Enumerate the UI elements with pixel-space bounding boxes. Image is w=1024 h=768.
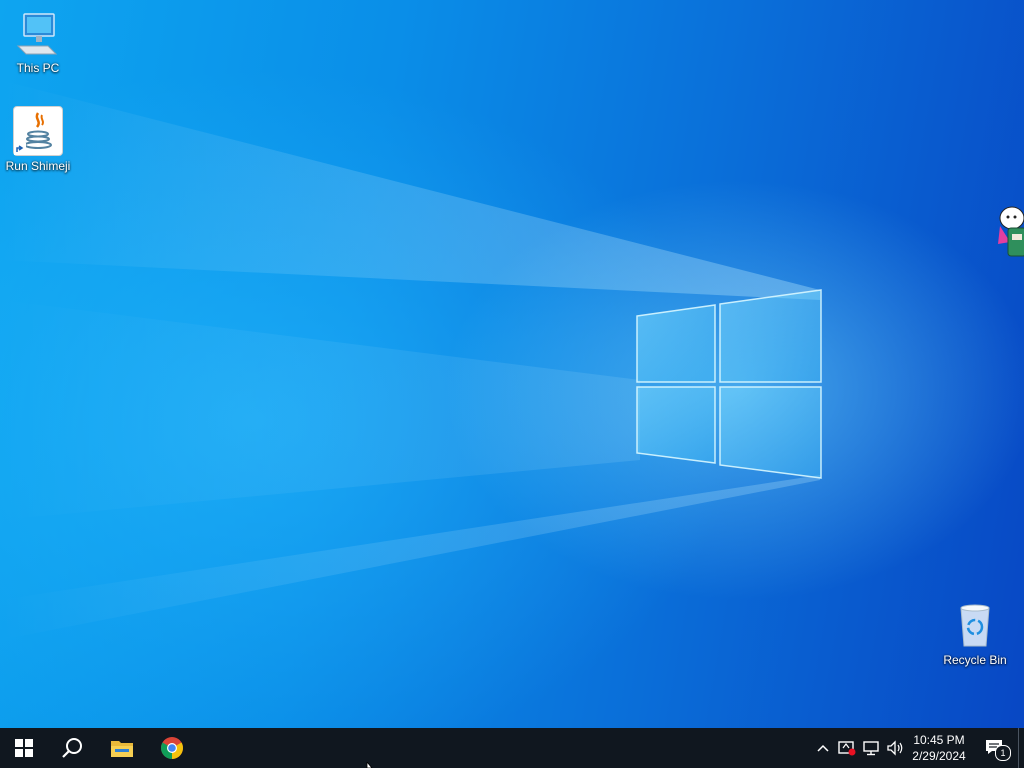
network-tray-button[interactable] — [860, 728, 882, 768]
shimeji-mascot[interactable] — [996, 204, 1024, 264]
search-button[interactable] — [48, 728, 96, 768]
mouse-cursor-icon — [366, 762, 373, 768]
wallpaper — [0, 80, 822, 640]
notification-count-badge: 1 — [995, 745, 1011, 761]
shortcut-arrow-icon — [14, 143, 26, 155]
desktop-icon-recycle-bin[interactable]: Recycle Bin — [937, 602, 1013, 667]
security-tray-button[interactable] — [836, 728, 858, 768]
recycle-bin-icon — [951, 602, 999, 650]
chrome-button[interactable] — [148, 728, 196, 768]
search-icon — [62, 738, 82, 758]
show-hidden-icons-button[interactable] — [812, 728, 834, 768]
clock[interactable]: 10:45 PM 2/29/2024 — [906, 728, 972, 768]
computer-icon — [14, 10, 62, 58]
volume-icon — [887, 740, 903, 756]
windows-logo-icon — [15, 739, 33, 757]
security-icon — [838, 741, 856, 756]
desktop-icon-run-shimeji[interactable]: Run Shimeji — [0, 106, 76, 173]
volume-tray-button[interactable] — [884, 728, 906, 768]
desktop-icon-label: Recycle Bin — [943, 653, 1007, 667]
desktop-icon-this-pc[interactable]: This PC — [0, 10, 76, 75]
network-icon — [863, 741, 879, 756]
desktop-icon-label: Run Shimeji — [5, 159, 71, 173]
java-icon — [13, 106, 63, 156]
clock-time: 10:45 PM — [913, 733, 965, 747]
action-center-button[interactable]: 1 — [978, 728, 1012, 768]
clock-date: 2/29/2024 — [912, 749, 966, 763]
desktop-icon-label: This PC — [16, 61, 60, 75]
chrome-icon — [161, 737, 183, 759]
windows-logo-wallpaper — [636, 289, 822, 479]
chevron-up-icon — [817, 744, 829, 752]
taskbar: 10:45 PM 2/29/2024 1 — [0, 728, 1024, 768]
start-button[interactable] — [0, 728, 48, 768]
folder-icon — [111, 741, 133, 757]
desktop[interactable]: This PC Run Shimeji Recycle Bin — [0, 0, 1024, 728]
show-desktop-button[interactable] — [1018, 728, 1024, 768]
file-explorer-button[interactable] — [98, 728, 146, 768]
